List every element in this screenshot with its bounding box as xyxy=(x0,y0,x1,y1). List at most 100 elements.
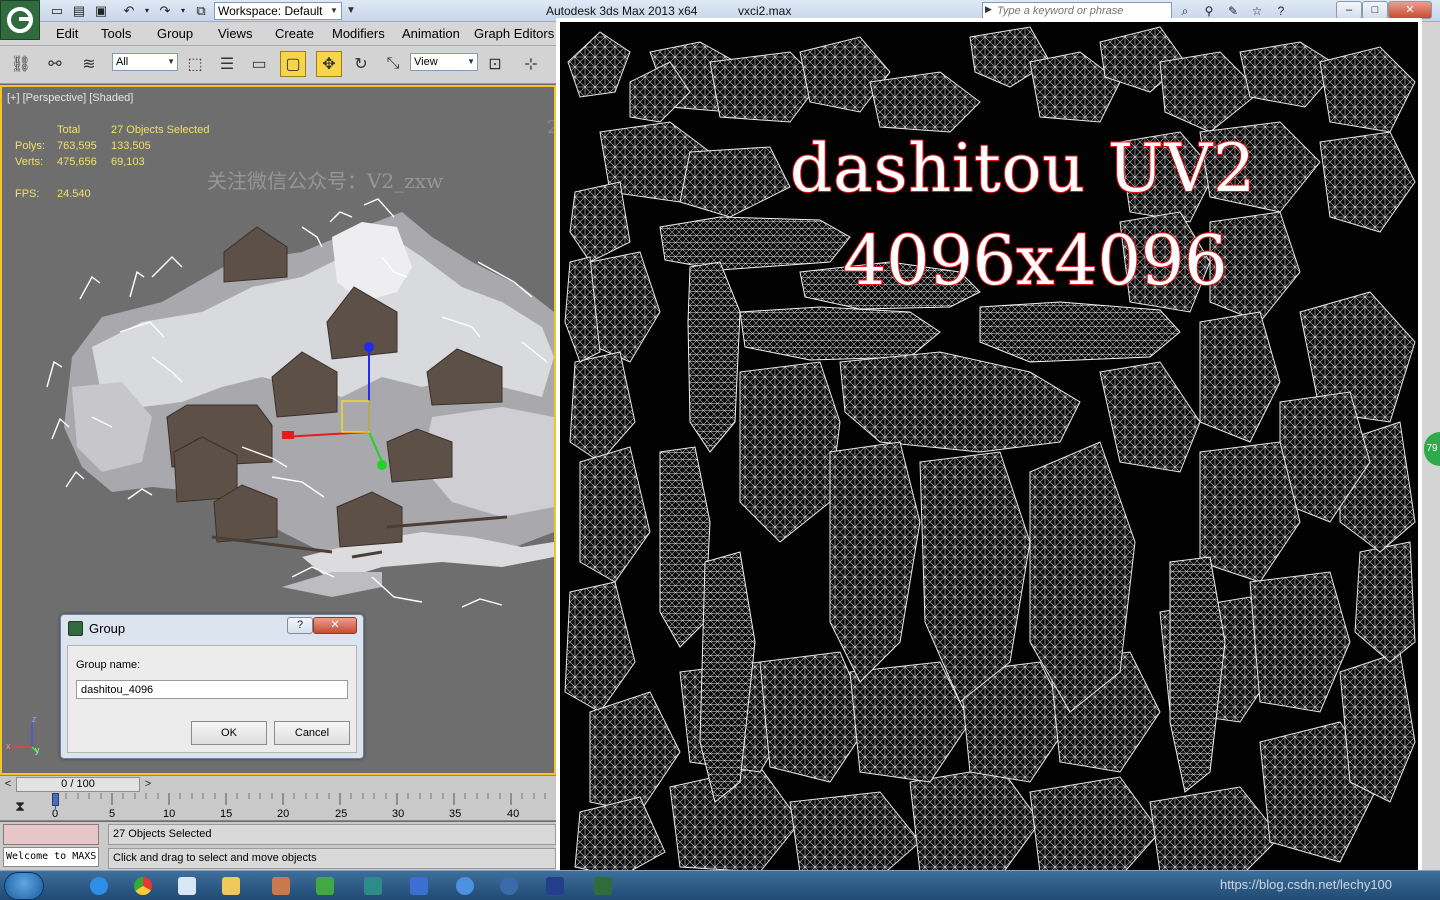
windows-start-icon[interactable] xyxy=(4,872,44,900)
favorites-icon[interactable]: ☆ xyxy=(1248,3,1266,19)
time-prev-button[interactable]: < xyxy=(1,777,15,792)
minimize-button[interactable]: – xyxy=(1336,1,1362,19)
time-slider[interactable]: < 0 / 100 > xyxy=(0,775,556,793)
select-manipulate-icon[interactable]: ⊹ xyxy=(518,51,544,77)
close-button[interactable]: ✕ xyxy=(1388,1,1432,19)
axis-y-label: y xyxy=(35,745,40,755)
tick-label: 35 xyxy=(449,808,462,820)
cancel-button[interactable]: Cancel xyxy=(274,721,350,745)
app-icon[interactable] xyxy=(490,874,528,898)
tick-label: 10 xyxy=(163,808,176,820)
selection-filter-dropdown[interactable]: All ▼ xyxy=(112,53,178,71)
tick-label: 0 xyxy=(52,808,59,820)
uv-size-text: 4096x4096 xyxy=(842,221,1228,302)
app-icon[interactable] xyxy=(400,874,438,898)
redo-icon[interactable]: ↷ xyxy=(156,3,174,19)
stats-polys-row: Polys: 763,595 133,505 xyxy=(15,138,231,154)
rectangular-selection-icon[interactable]: ▭ xyxy=(246,51,272,77)
time-slider-thumb[interactable]: 0 / 100 xyxy=(16,777,140,792)
undo-icon[interactable]: ↶ xyxy=(120,3,138,19)
app-icon[interactable] xyxy=(168,874,206,898)
menu-animation[interactable]: Animation xyxy=(402,26,460,41)
app-icon[interactable] xyxy=(446,874,484,898)
menu-group[interactable]: Group xyxy=(157,26,193,41)
select-and-rotate-icon[interactable]: ↻ xyxy=(348,51,374,77)
tick-label: 15 xyxy=(220,808,233,820)
communication-center-icon[interactable]: ✎ xyxy=(1224,3,1242,19)
redo-dropdown-icon[interactable]: ▾ xyxy=(174,3,192,19)
maxscript-output[interactable]: Welcome to MAXS xyxy=(3,847,99,867)
dialog-close-button[interactable]: ✕ xyxy=(313,617,357,634)
axis-tripod-icon: z x y xyxy=(6,715,40,755)
selection-status: 27 Objects Selected xyxy=(108,824,556,845)
select-by-name-icon[interactable]: ☰ xyxy=(214,51,240,77)
select-object-icon[interactable]: ⬚ xyxy=(182,51,208,77)
tick-label: 40 xyxy=(507,808,520,820)
status-panel: Welcome to MAXS 27 Objects Selected Clic… xyxy=(0,822,556,870)
fps-label: FPS: xyxy=(15,188,40,200)
viewport-statistics: Total 27 Objects Selected Polys: 763,595… xyxy=(15,122,231,202)
uv-layout-panel: dashitou UV2 4096x4096 xyxy=(556,18,1422,884)
select-and-scale-icon[interactable]: ⤡ xyxy=(380,51,406,77)
menu-views[interactable]: Views xyxy=(218,26,252,41)
internet-explorer-icon[interactable] xyxy=(80,874,118,898)
app-icon[interactable] xyxy=(536,874,574,898)
group-name-field[interactable] xyxy=(76,680,348,699)
dialog-title-bar[interactable]: Group ? ✕ xyxy=(61,615,363,641)
pivot-center-icon[interactable]: ⊡ xyxy=(482,51,508,77)
help-icon[interactable]: ? xyxy=(1272,3,1290,19)
menu-create[interactable]: Create xyxy=(275,26,314,41)
reference-coordinate-dropdown[interactable]: View ▼ xyxy=(410,53,478,71)
file-name: vxci2.max xyxy=(738,4,792,18)
track-bar[interactable]: ⧗ 0 5 10 15 20 25 30 35 40 xyxy=(0,793,556,821)
menu-tools[interactable]: Tools xyxy=(101,26,131,41)
axis-z-label: z xyxy=(32,715,37,724)
time-cursor[interactable] xyxy=(52,793,59,806)
stats-selected-header: 27 Objects Selected xyxy=(111,124,210,136)
search-icon[interactable]: ⚲ xyxy=(1200,3,1218,19)
menu-graph-editors[interactable]: Graph Editors xyxy=(474,26,554,41)
new-file-icon[interactable]: ▭ xyxy=(48,3,66,19)
reference-coordinate-value: View xyxy=(414,56,438,68)
menu-modifiers[interactable]: Modifiers xyxy=(332,26,385,41)
verts-total: 475,656 xyxy=(57,156,97,168)
track-ruler xyxy=(55,793,546,805)
app-icon[interactable] xyxy=(354,874,392,898)
explorer-folder-icon[interactable] xyxy=(212,874,250,898)
chevron-down-icon[interactable]: ▼ xyxy=(344,2,358,20)
app-logo[interactable] xyxy=(0,0,40,40)
maximize-button[interactable]: □ xyxy=(1362,1,1388,19)
dialog-help-button[interactable]: ? xyxy=(287,617,313,634)
search-input[interactable] xyxy=(997,4,1167,18)
app-icon[interactable] xyxy=(262,874,300,898)
undo-dropdown-icon[interactable]: ▾ xyxy=(138,3,156,19)
maxscript-mini-listener[interactable] xyxy=(3,824,99,845)
time-next-button[interactable]: > xyxy=(141,777,155,792)
window-crossing-icon[interactable]: ▢ xyxy=(280,51,306,77)
viewport-label[interactable]: [+] [Perspective] [Shaded] xyxy=(7,92,133,104)
bind-space-warp-icon[interactable]: ≋ xyxy=(76,51,102,77)
select-and-move-icon[interactable]: ✥ xyxy=(316,51,342,77)
link-icon[interactable]: ⛓ xyxy=(8,51,34,77)
chrome-icon[interactable] xyxy=(124,874,162,898)
tick-label: 30 xyxy=(392,808,405,820)
workspace-dropdown[interactable]: Workspace: Default ▼ xyxy=(214,2,342,20)
taskbar: https://blog.csdn.net/lechy100 xyxy=(0,870,1440,900)
mini-curve-editor-icon[interactable]: ⧗ xyxy=(10,798,30,816)
watermark-text: 关注微信公众号：V2_zxw xyxy=(207,169,444,193)
dialog-body: Group name: OK Cancel xyxy=(67,645,357,753)
3dsmax-task-icon[interactable] xyxy=(584,874,622,898)
chevron-down-icon: ▼ xyxy=(330,6,338,15)
menu-edit[interactable]: Edit xyxy=(56,26,78,41)
ok-button[interactable]: OK xyxy=(191,721,267,745)
save-icon[interactable]: ▣ xyxy=(92,3,110,19)
project-folder-icon[interactable]: ⧉ xyxy=(192,3,210,19)
open-file-icon[interactable]: ▤ xyxy=(70,3,88,19)
watermark-text-2: 2_zxw xyxy=(547,117,554,138)
max-logo-icon xyxy=(68,621,83,636)
prompt-line: Click and drag to select and move object… xyxy=(108,848,556,869)
unlink-icon[interactable]: ⚯ xyxy=(42,51,68,77)
binoculars-icon[interactable]: ⌕ xyxy=(1176,3,1194,19)
app-icon[interactable] xyxy=(306,874,344,898)
uv-title-text: dashitou UV2 xyxy=(789,129,1257,208)
